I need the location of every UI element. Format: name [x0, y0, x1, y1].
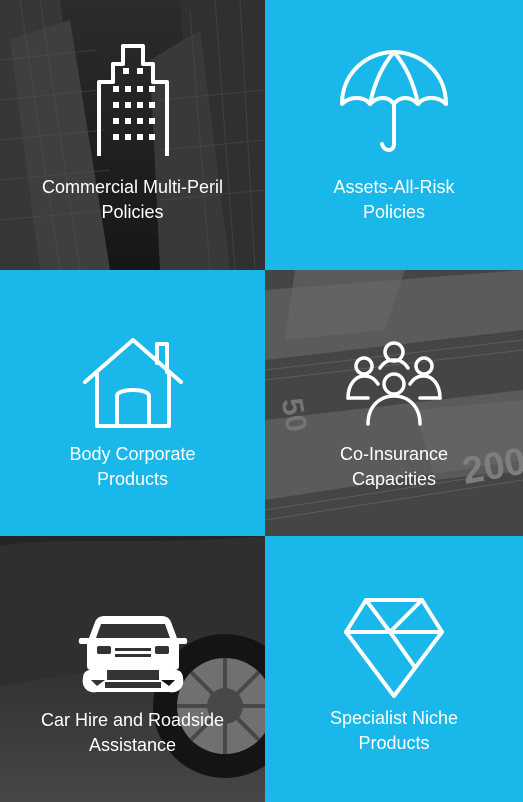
tile-label-line2: Policies [101, 202, 164, 222]
tile-label: Commercial Multi-Peril Policies [0, 175, 265, 225]
tile-label-line2: Assistance [88, 735, 177, 755]
tile-label-line1: Assets-All-Risk [333, 177, 455, 197]
tile-label: Co-Insurance Capacities [265, 442, 523, 492]
tile-label-line1: Commercial Multi-Peril [41, 177, 224, 197]
tile-assets-all-risk[interactable]: Assets-All-Risk Policies [265, 0, 523, 270]
tile-specialist-niche[interactable]: Specialist Niche Products [265, 536, 523, 802]
tile-car-hire-roadside[interactable]: Car Hire and Roadside Assistance [0, 536, 265, 802]
tile-label-line2: Products [96, 469, 169, 489]
tile-label-line1: Body Corporate [69, 444, 196, 464]
tile-label-line1: Car Hire and Roadside [40, 710, 225, 730]
tile-label-line2: Capacities [351, 469, 437, 489]
top-tab-indicator [362, 0, 436, 4]
tile-label: Body Corporate Products [0, 442, 265, 492]
tile-co-insurance[interactable]: 200 50 Co-Insurance Capacities [265, 270, 523, 536]
tile-commercial-multi-peril[interactable]: Commercial Multi-Peril Policies [0, 0, 265, 270]
product-grid: Commercial Multi-Peril Policies Assets-A… [0, 0, 523, 802]
tile-label-line2: Products [358, 733, 430, 753]
umbrella-icon [340, 50, 448, 152]
building-icon [96, 44, 169, 156]
tile-label: Car Hire and Roadside Assistance [0, 708, 265, 758]
car-wrench-icon [78, 616, 187, 693]
tile-label-line1: Co-Insurance [339, 444, 449, 464]
tile-label-line1: Specialist Niche [329, 708, 459, 728]
diamond-icon [344, 598, 444, 698]
house-icon [82, 338, 183, 428]
tile-label-line2: Policies [362, 202, 426, 222]
people-group-icon [346, 341, 442, 426]
tile-label: Assets-All-Risk Policies [265, 175, 523, 225]
tile-body-corporate[interactable]: Body Corporate Products [0, 270, 265, 536]
tile-label: Specialist Niche Products [265, 706, 523, 756]
